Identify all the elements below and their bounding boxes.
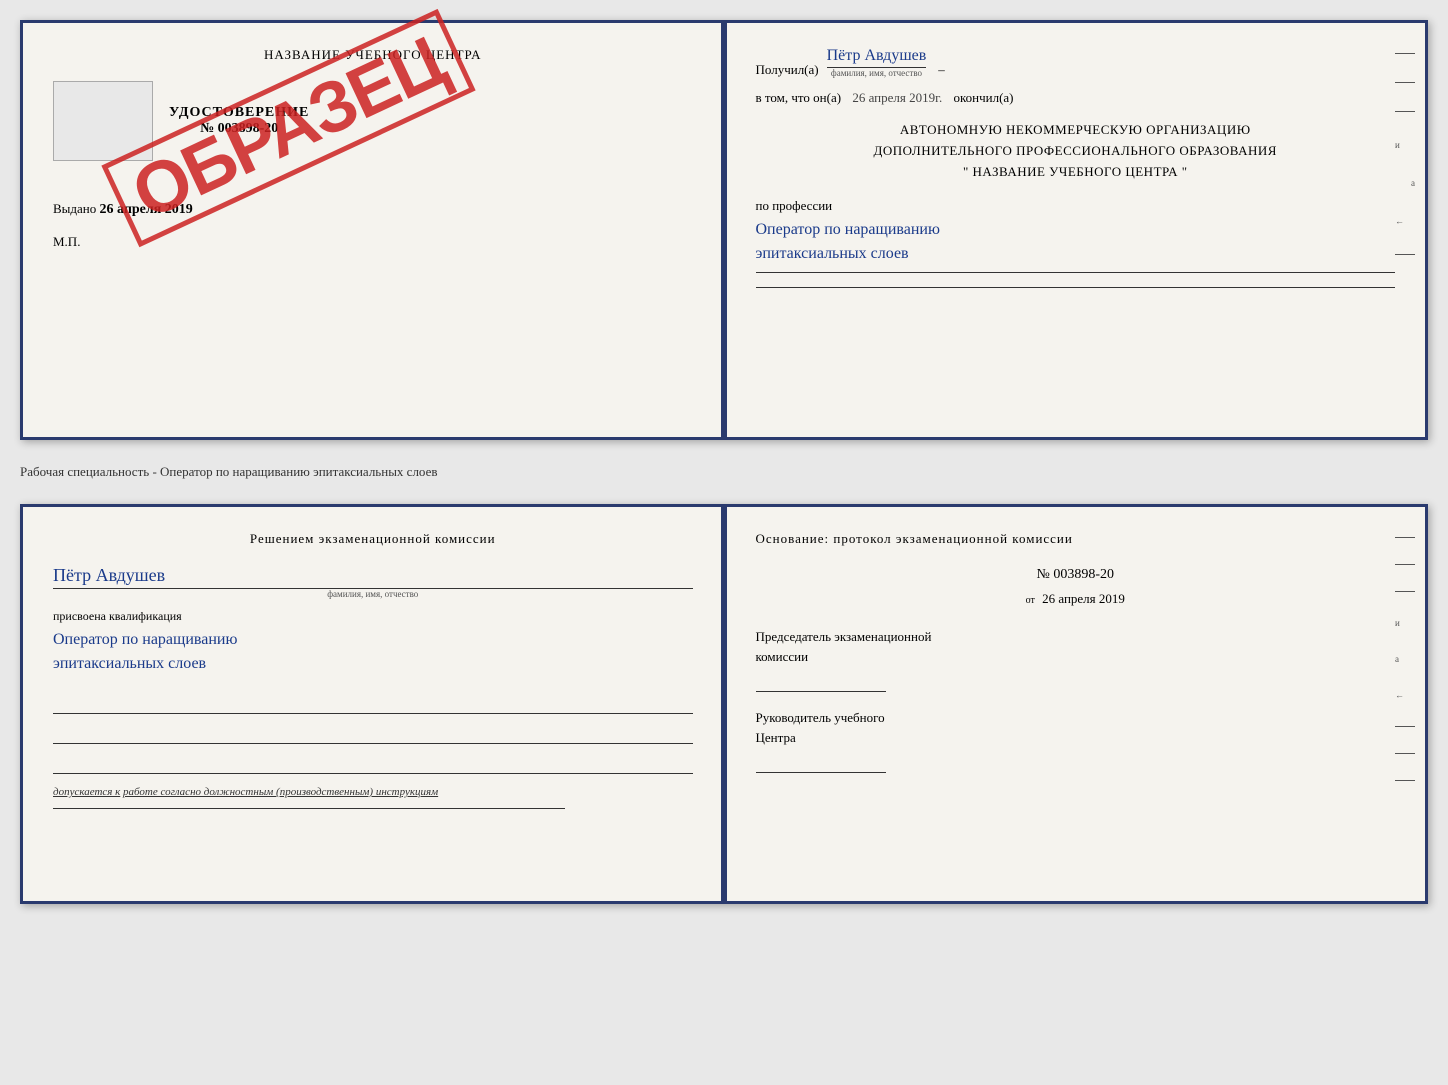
protocol-book: Решением экзаменационной комиссии Пётр А…	[20, 504, 1428, 904]
r-letter-i: и	[1395, 618, 1415, 628]
stamp-area: УДОСТОВЕРЕНИЕ № 003898-20	[53, 81, 693, 161]
professia-name: Оператор по наращиванию эпитаксиальных с…	[756, 218, 1396, 266]
middle-specialty-label: Рабочая специальность - Оператор по нара…	[20, 458, 1428, 486]
r-dash-6	[1395, 780, 1415, 781]
cert-left-panel: НАЗВАНИЕ УЧЕБНОГО ЦЕНТРА УДОСТОВЕРЕНИЕ №…	[23, 23, 726, 437]
vydano-date: 26 апреля 2019	[100, 202, 193, 217]
bottom-sign-line	[53, 808, 565, 809]
r-dash-4	[1395, 726, 1415, 727]
proto-name: Пётр Авдушев	[53, 565, 165, 585]
letter-a: а	[1395, 178, 1415, 188]
rukovoditel-label2: Центра	[756, 728, 1396, 748]
poluchil-row: Получил(а) Пётр Авдушев фамилия, имя, от…	[756, 47, 1396, 78]
osnovanie-title: Основание: протокол экзаменационной коми…	[756, 531, 1396, 547]
letter-i: и	[1395, 140, 1415, 150]
vydano-row: Выдано 26 апреля 2019	[53, 201, 693, 218]
dopuskaetsa-underline: работе согласно должностным (производств…	[123, 786, 438, 798]
vtom-date: 26 апреля 2019г.	[852, 90, 942, 105]
org-block: АВТОНОМНУЮ НЕКОММЕРЧЕСКУЮ ОРГАНИЗАЦИЮ ДО…	[756, 120, 1396, 182]
protocol-date-row: от 26 апреля 2019	[756, 591, 1396, 607]
proto-name-block: Пётр Авдушев фамилия, имя, отчество	[53, 565, 693, 599]
rukovoditel-sign-line	[756, 755, 886, 773]
professia-block: по профессии Оператор по наращиванию эпи…	[756, 198, 1396, 288]
r-dash-1	[1395, 537, 1415, 538]
r-dash-5	[1395, 753, 1415, 754]
chairman-label2: комиссии	[756, 647, 1396, 667]
ot-label: от	[1026, 595, 1035, 606]
cert-center-title: НАЗВАНИЕ УЧЕБНОГО ЦЕНТРА	[53, 47, 693, 63]
professia-label: по профессии	[756, 198, 1396, 214]
sign-line-2	[53, 726, 693, 744]
protocol-date: 26 апреля 2019	[1042, 591, 1125, 606]
certificate-book: НАЗВАНИЕ УЧЕБНОГО ЦЕНТРА УДОСТОВЕРЕНИЕ №…	[20, 20, 1428, 440]
proto-fio-hint: фамилия, имя, отчество	[53, 588, 693, 599]
r-letter-a: а	[1395, 654, 1415, 664]
r-arrow: ←	[1395, 690, 1415, 700]
udost-label: УДОСТОВЕРЕНИЕ	[169, 105, 309, 121]
cert-right-panel: Получил(а) Пётр Авдушев фамилия, имя, от…	[726, 23, 1426, 437]
prisvoena-label: присвоена квалификация	[53, 609, 693, 624]
dopuskaetsa-label: допускается к	[53, 786, 120, 798]
r-dash-2	[1395, 564, 1415, 565]
vtom-row: в том, что он(а) 26 апреля 2019г. окончи…	[756, 90, 1396, 106]
chairman-block: Председатель экзаменационной комиссии	[756, 627, 1396, 692]
dash-1	[1395, 53, 1415, 54]
rukovoditel-block: Руководитель учебного Центра	[756, 708, 1396, 773]
vydano-label: Выдано	[53, 201, 96, 216]
page-wrapper: НАЗВАНИЕ УЧЕБНОГО ЦЕНТРА УДОСТОВЕРЕНИЕ №…	[20, 20, 1428, 904]
org-line3: " НАЗВАНИЕ УЧЕБНОГО ЦЕНТРА "	[756, 162, 1396, 183]
kvalif-block: Оператор по наращиванию эпитаксиальных с…	[53, 628, 693, 676]
okonchil-label: окончил(а)	[953, 90, 1013, 105]
udost-number: № 003898-20	[169, 121, 309, 137]
proto-left-panel: Решением экзаменационной комиссии Пётр А…	[23, 507, 726, 901]
org-line1: АВТОНОМНУЮ НЕКОММЕРЧЕСКУЮ ОРГАНИЗАЦИЮ	[756, 120, 1396, 141]
chairman-sign-line	[756, 674, 886, 692]
sign-line-1	[53, 696, 693, 714]
proto-right-dashes: и а ←	[1395, 537, 1415, 781]
chairman-label: Председатель экзаменационной	[756, 627, 1396, 647]
dopuskaetsa-block: допускается к работе согласно должностны…	[53, 786, 693, 798]
resheniy-title: Решением экзаменационной комиссии	[53, 531, 693, 547]
org-line2: ДОПОЛНИТЕЛЬНОГО ПРОФЕССИОНАЛЬНОГО ОБРАЗО…	[756, 141, 1396, 162]
mp-row: М.П.	[53, 234, 693, 250]
sign-lines	[53, 696, 693, 774]
dash-3	[1395, 111, 1415, 112]
stamp-placeholder	[53, 81, 153, 161]
fio-hint-cert: фамилия, имя, отчество	[827, 67, 927, 78]
dash-after-name: –	[938, 62, 945, 78]
sign-line-3	[53, 756, 693, 774]
protocol-number: № 003898-20	[756, 567, 1396, 583]
dash-2	[1395, 82, 1415, 83]
vtom-label: в том, что он(а)	[756, 90, 842, 105]
arrow-left: ←	[1395, 216, 1415, 226]
rukovoditel-label: Руководитель учебного	[756, 708, 1396, 728]
right-margin-dashes: и а ←	[1395, 53, 1415, 255]
dash-4	[1395, 254, 1415, 255]
poluchil-name: Пётр Авдушев	[827, 47, 927, 64]
udost-block: УДОСТОВЕРЕНИЕ № 003898-20	[169, 105, 309, 137]
proto-right-panel: Основание: протокол экзаменационной коми…	[726, 507, 1426, 901]
poluchil-label: Получил(а)	[756, 62, 819, 78]
r-dash-3	[1395, 591, 1415, 592]
